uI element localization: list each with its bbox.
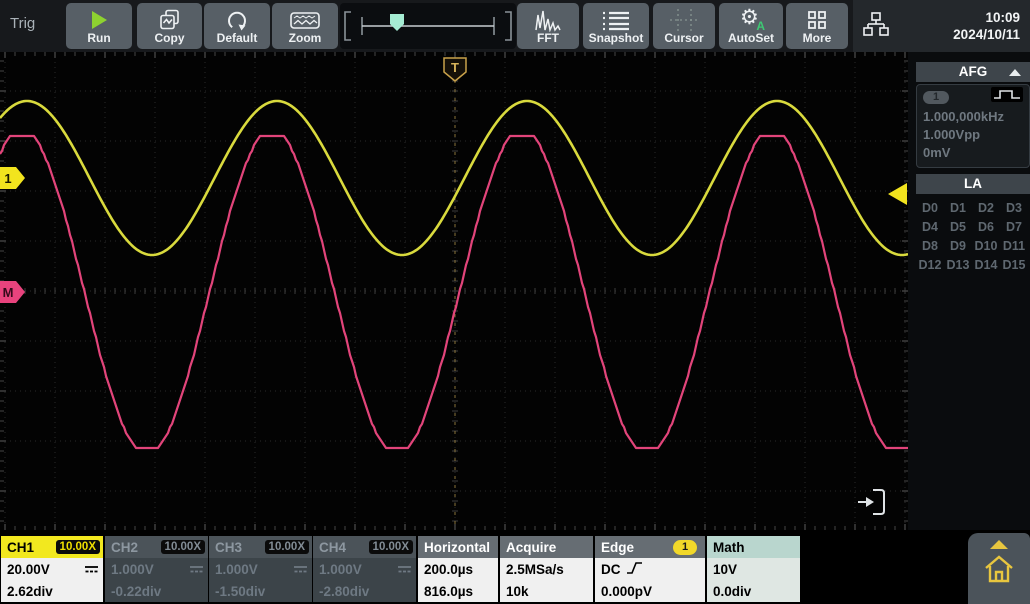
play-icon — [90, 8, 108, 32]
oscilloscope-screen: Trig Run Copy — [0, 0, 1030, 604]
afg-channel-badge: 1 — [923, 91, 949, 104]
rising-edge-icon — [626, 561, 643, 578]
math-offset-value: 0.0div — [713, 584, 751, 599]
fft-spectrum-icon — [535, 8, 561, 32]
la-channel-label[interactable]: D2 — [972, 201, 1000, 215]
zoom-button[interactable]: Zoom — [272, 3, 338, 49]
trigger-status-block[interactable]: Edge 1 DC 0.000pV — [595, 536, 705, 602]
afg-offset-value: 0mV — [923, 144, 1023, 162]
la-grid[interactable]: D0D1D2D3 D4D5D6D7 D8D9D10D11 D12D13D14D15 — [916, 194, 1028, 272]
ch1-status-block[interactable]: CH1 10.00X 20.00V 2.62div — [1, 536, 103, 602]
la-channel-label[interactable]: D12 — [916, 258, 944, 272]
home-panel — [968, 533, 1030, 604]
dc-coupling-icon — [189, 564, 204, 574]
collapse-up-icon[interactable] — [1009, 69, 1021, 76]
ch4-status-block[interactable]: CH4 10.00X 1.000V -2.80div — [313, 536, 416, 602]
more-grid-icon — [807, 8, 827, 32]
afg-panel-header[interactable]: AFG — [916, 62, 1030, 82]
run-button[interactable]: Run — [66, 3, 132, 49]
la-channel-label[interactable]: D11 — [1000, 239, 1028, 253]
right-sidebar: AFG 1 1.000,000kHz 1.000Vpp 0mV LA D0D1D… — [908, 52, 1030, 530]
math-scale-value: 10V — [713, 562, 737, 577]
la-channel-label[interactable]: D8 — [916, 239, 944, 253]
copy-button[interactable]: Copy — [137, 3, 202, 49]
la-channel-label[interactable]: D13 — [944, 258, 972, 272]
la-channel-label[interactable]: D9 — [944, 239, 972, 253]
trigger-coupling-value: DC — [601, 562, 621, 577]
svg-text:1: 1 — [4, 171, 11, 186]
afg-frequency-value: 1.000,000kHz — [923, 108, 1023, 126]
memory-depth-value: 10k — [506, 584, 529, 599]
la-channel-label[interactable]: D5 — [944, 220, 972, 234]
reset-arrow-icon — [225, 8, 249, 32]
la-panel-header[interactable]: LA — [916, 174, 1030, 194]
la-channel-label[interactable]: D15 — [1000, 258, 1028, 272]
default-button[interactable]: Default — [204, 3, 270, 49]
afg-amplitude-value: 1.000Vpp — [923, 126, 1023, 144]
slider-thumb-icon — [390, 14, 404, 31]
trigger-position-slider[interactable] — [340, 3, 516, 49]
trigger-source-badge: 1 — [673, 540, 697, 555]
ch3-probe-badge: 10.00X — [265, 540, 309, 554]
la-channel-label[interactable]: D1 — [944, 201, 972, 215]
autoset-button[interactable]: ⚙A AutoSet — [719, 3, 783, 49]
clock-box[interactable]: 10:09 2024/10/11 — [853, 0, 1030, 52]
copy-icon — [158, 8, 182, 32]
more-button[interactable]: More — [786, 3, 848, 49]
network-lan-icon — [863, 11, 889, 42]
ch4-probe-badge: 10.00X — [369, 540, 413, 554]
la-channel-label[interactable]: D3 — [1000, 201, 1028, 215]
afg-panel-body[interactable]: 1 1.000,000kHz 1.000Vpp 0mV — [916, 84, 1030, 168]
la-channel-label[interactable]: D10 — [972, 239, 1000, 253]
cursor-button[interactable]: Cursor — [653, 3, 715, 49]
la-channel-label[interactable]: D14 — [972, 258, 1000, 272]
ch1-probe-badge: 10.00X — [56, 540, 100, 554]
svg-text:M: M — [3, 285, 14, 300]
home-icon[interactable] — [982, 553, 1016, 590]
ch2-status-block[interactable]: CH2 10.00X 1.000V -0.22div — [105, 536, 208, 602]
snapshot-list-icon — [601, 8, 631, 32]
svg-text:T: T — [451, 60, 459, 75]
dc-coupling-icon — [397, 564, 412, 574]
waveform-display[interactable]: T 1 M — [0, 52, 908, 530]
cursor-crosshair-icon — [669, 8, 699, 32]
dc-coupling-icon — [293, 564, 308, 574]
trig-status-label[interactable]: Trig — [10, 15, 62, 32]
horizontal-scale-value: 200.0µs — [424, 562, 473, 577]
ch3-status-block[interactable]: CH3 10.00X 1.000V -1.50div — [209, 536, 312, 602]
horizontal-status-block[interactable]: Horizontal 200.0µs 816.0µs — [418, 536, 498, 602]
snapshot-button[interactable]: Snapshot — [583, 3, 649, 49]
sample-rate-value: 2.5MSa/s — [506, 562, 564, 577]
bottom-status-bar: CH1 10.00X 20.00V 2.62div CH2 10.00X 1.0… — [0, 530, 1030, 604]
autoset-gear-icon: ⚙A — [739, 8, 763, 32]
ch2-probe-badge: 10.00X — [161, 540, 205, 554]
panel-up-icon[interactable] — [990, 540, 1008, 549]
afg-pulse-wave-icon — [991, 87, 1023, 107]
acquire-status-block[interactable]: Acquire 2.5MSa/s 10k — [500, 536, 593, 602]
time-label: 10:09 — [889, 9, 1020, 26]
dc-coupling-icon — [84, 564, 99, 574]
zoom-waveform-icon — [290, 8, 320, 32]
la-channel-label[interactable]: D6 — [972, 220, 1000, 234]
top-toolbar: Trig Run Copy — [0, 0, 1030, 52]
fft-button[interactable]: FFT — [517, 3, 579, 49]
la-channel-label[interactable]: D0 — [916, 201, 944, 215]
trigger-level-value: 0.000pV — [601, 584, 652, 599]
horizontal-delay-value: 816.0µs — [424, 584, 473, 599]
la-channel-label[interactable]: D7 — [1000, 220, 1028, 234]
date-label: 2024/10/11 — [889, 26, 1020, 43]
la-channel-label[interactable]: D4 — [916, 220, 944, 234]
math-status-block[interactable]: Math 10V 0.0div — [707, 536, 800, 602]
